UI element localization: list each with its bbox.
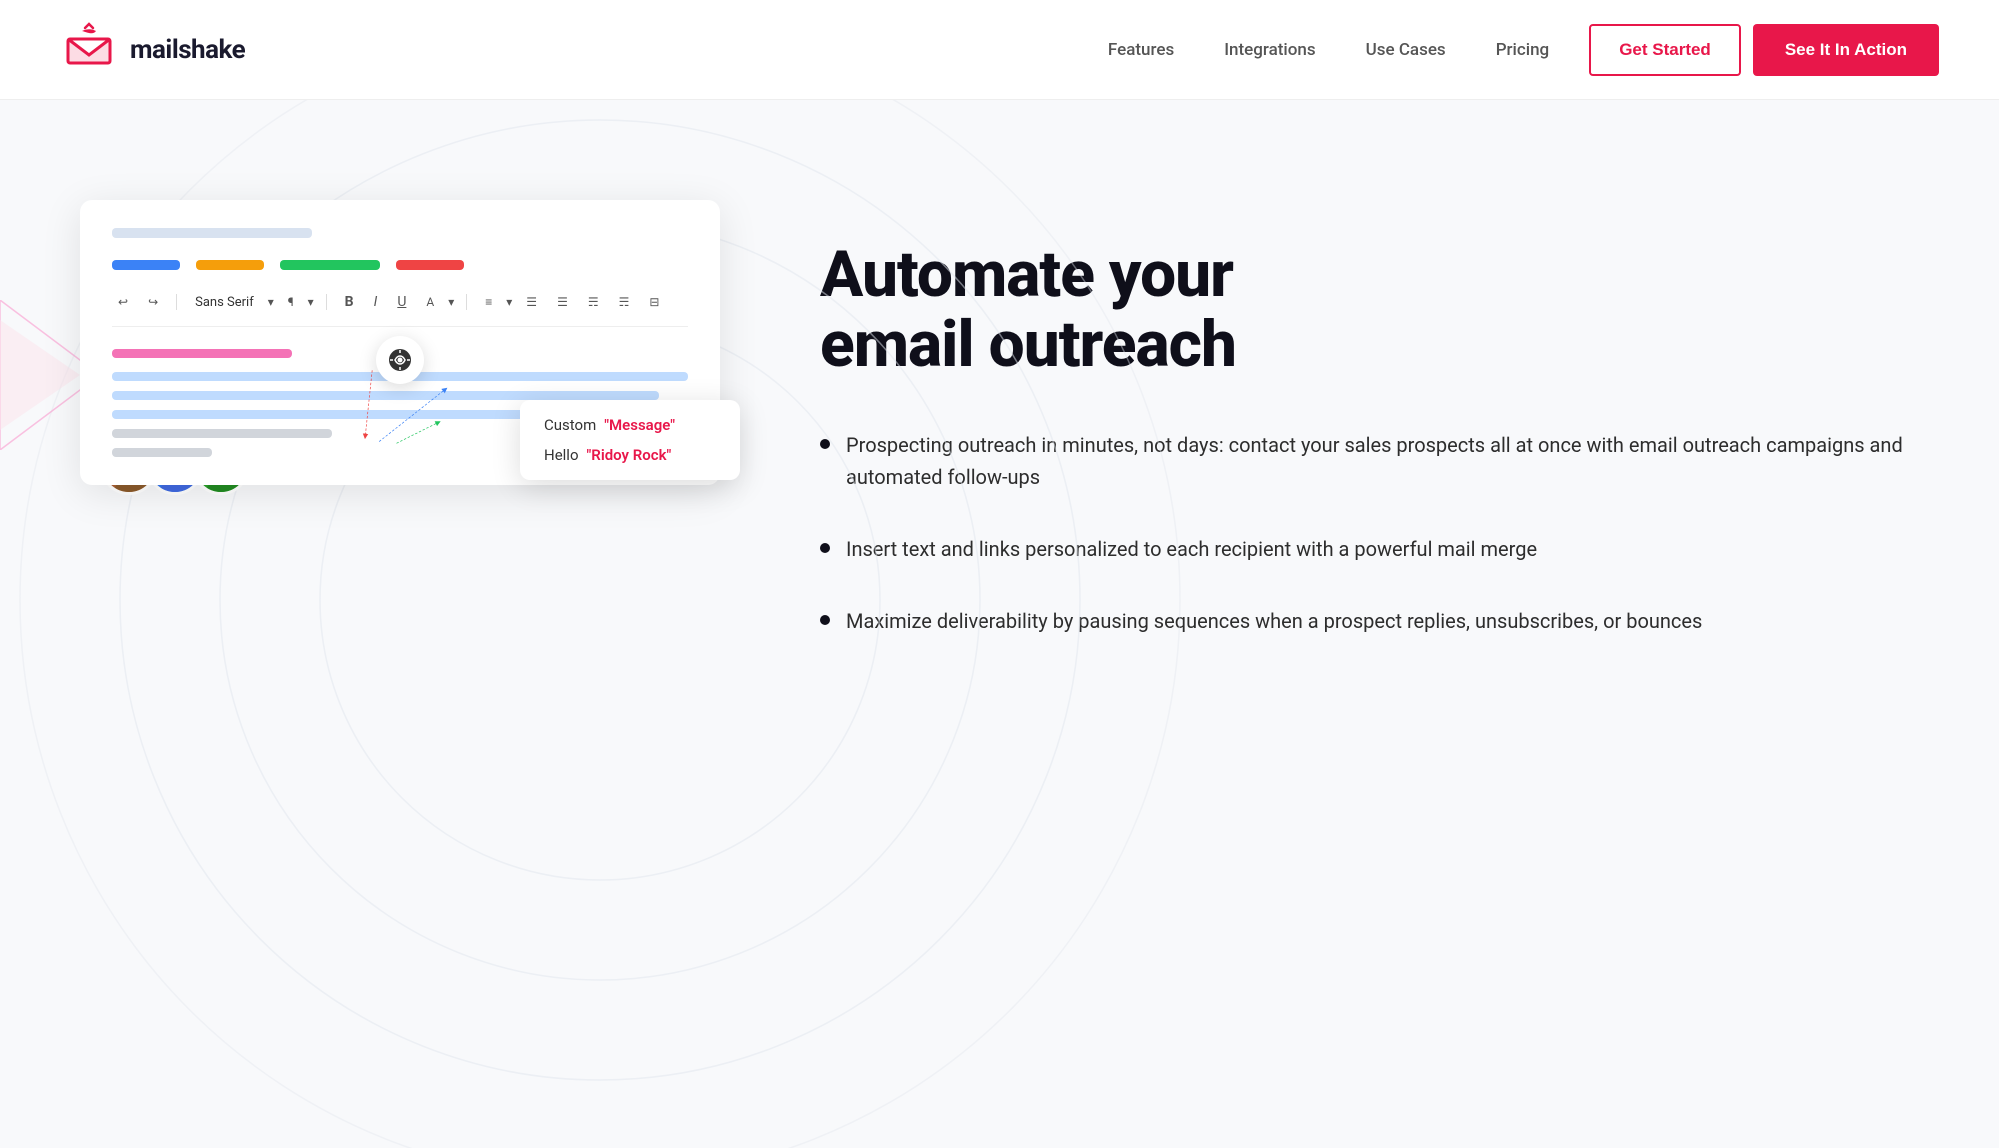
list-ul-icon[interactable]: ☰ <box>551 293 574 311</box>
merge-label-1: Custom <box>544 416 596 434</box>
merge-popup-card: Custom "Message" Hello "Ridoy Rock" <box>520 400 740 480</box>
feature-text-1: Prospecting outreach in minutes, not day… <box>846 429 1939 493</box>
redo-icon[interactable]: ↪ <box>142 293 164 311</box>
table-icon[interactable]: ⊟ <box>643 293 665 311</box>
merge-custom-message-line: Custom "Message" <box>544 416 716 434</box>
italic-icon[interactable]: I <box>368 292 384 312</box>
align-icon[interactable]: ≡ <box>479 293 498 311</box>
bullet-dot-3 <box>820 615 830 625</box>
editor-toolbar: ↩ ↪ Sans Serif ▾ ¶ ▾ B I U A ▾ ≡ ▾ ☰ ☰ ☴… <box>112 292 688 327</box>
align-dropdown-icon[interactable]: ▾ <box>506 295 512 309</box>
merge-icon-circle <box>376 336 424 384</box>
indent-icon[interactable]: ☴ <box>582 293 605 311</box>
tab-green <box>280 260 380 270</box>
nav-links: Features Integrations Use Cases Pricing <box>1108 40 1549 60</box>
nav-integrations[interactable]: Integrations <box>1224 40 1315 60</box>
see-it-in-action-button[interactable]: See It In Action <box>1753 24 1939 76</box>
font-dropdown-icon[interactable]: ▾ <box>268 295 274 309</box>
feature-item-1: Prospecting outreach in minutes, not day… <box>820 429 1939 493</box>
undo-icon[interactable]: ↩ <box>112 293 134 311</box>
get-started-button[interactable]: Get Started <box>1589 24 1741 76</box>
merge-highlight-1: "Message" <box>604 416 675 434</box>
editor-subject-line <box>112 349 292 358</box>
hero-headline: Automate your email outreach <box>820 240 1939 381</box>
feature-text-2: Insert text and links personalized to ea… <box>846 533 1537 565</box>
hero-content: Automate your email outreach Prospecting… <box>780 160 1939 637</box>
editor-body-line-2 <box>112 391 659 400</box>
toolbar-sep-1 <box>176 294 177 310</box>
nav-pricing[interactable]: Pricing <box>1496 40 1550 60</box>
paragraph-icon[interactable]: ¶ <box>282 293 300 311</box>
logo-text: mailshake <box>130 35 245 65</box>
hero-section: ↩ ↪ Sans Serif ▾ ¶ ▾ B I U A ▾ ≡ ▾ ☰ ☰ ☴… <box>0 100 1999 1148</box>
editor-top-bar <box>112 228 312 238</box>
para-dropdown-icon[interactable]: ▾ <box>308 295 314 309</box>
underline-icon[interactable]: U <box>391 292 412 312</box>
editor-body-line-short <box>112 429 332 438</box>
outdent-icon[interactable]: ☴ <box>613 293 636 311</box>
bullet-dot-1 <box>820 439 830 449</box>
nav-features[interactable]: Features <box>1108 40 1174 60</box>
feature-item-2: Insert text and links personalized to ea… <box>820 533 1939 565</box>
toolbar-sep-2 <box>326 294 327 310</box>
feature-list: Prospecting outreach in minutes, not day… <box>820 429 1939 637</box>
bold-icon[interactable]: B <box>339 292 360 312</box>
logo-icon <box>60 21 118 79</box>
list-ol-icon[interactable]: ☰ <box>520 293 543 311</box>
font-color-icon[interactable]: A <box>420 293 440 311</box>
bullet-dot-2 <box>820 543 830 553</box>
merge-label-2: Hello <box>544 446 579 464</box>
illustration-area: ↩ ↪ Sans Serif ▾ ¶ ▾ B I U A ▾ ≡ ▾ ☰ ☰ ☴… <box>80 200 720 485</box>
tab-blue <box>112 260 180 270</box>
send-line <box>112 448 212 457</box>
feature-item-3: Maximize deliverability by pausing seque… <box>820 605 1939 637</box>
color-dropdown-icon[interactable]: ▾ <box>448 295 454 309</box>
merge-hello-line: Hello "Ridoy Rock" <box>544 446 716 464</box>
navbar: mailshake Features Integrations Use Case… <box>0 0 1999 100</box>
font-selector[interactable]: Sans Serif <box>189 293 260 312</box>
editor-tabs <box>112 260 688 270</box>
logo-link[interactable]: mailshake <box>60 21 245 79</box>
toolbar-sep-3 <box>466 294 467 310</box>
merge-highlight-2: "Ridoy Rock" <box>587 446 672 464</box>
feature-text-3: Maximize deliverability by pausing seque… <box>846 605 1702 637</box>
merge-icon <box>387 347 413 373</box>
nav-use-cases[interactable]: Use Cases <box>1366 40 1446 60</box>
tab-red <box>396 260 464 270</box>
tab-yellow <box>196 260 264 270</box>
